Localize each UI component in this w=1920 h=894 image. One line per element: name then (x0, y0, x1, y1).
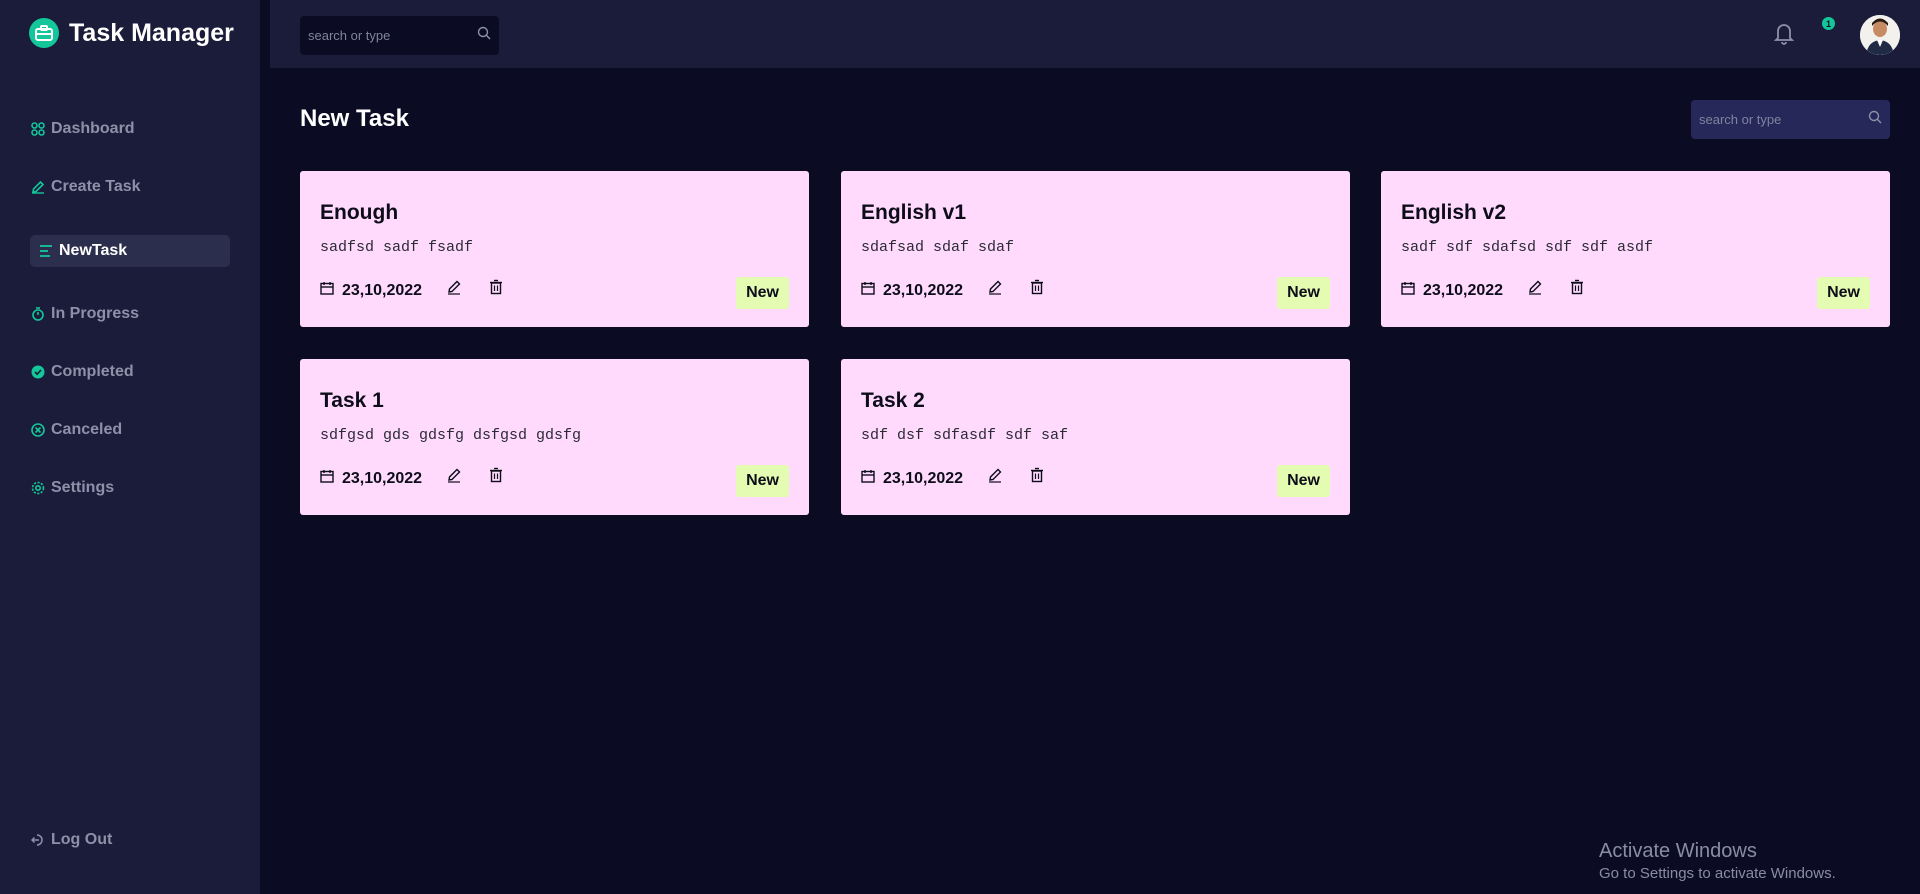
edit-icon[interactable] (446, 279, 462, 295)
task-date: 23,10,2022 (320, 469, 422, 488)
task-title: Task 2 (861, 389, 925, 412)
task-card[interactable]: Task 1 sdfgsd gds gdsfg dsfgsd gdsfg 23,… (300, 359, 809, 515)
status-badge: New (736, 465, 789, 497)
sidebar-item-newtask[interactable]: NewTask (30, 235, 230, 267)
sidebar-item-label: NewTask (59, 242, 128, 259)
sidebar-item-in-progress[interactable]: In Progress (30, 298, 230, 330)
trash-icon[interactable] (488, 467, 504, 483)
status-badge: New (1277, 465, 1330, 497)
logout-button[interactable]: Log Out (30, 824, 230, 856)
trash-icon[interactable] (1029, 279, 1045, 295)
task-description: sdafsad sdaf sdaf (861, 239, 1015, 256)
sidebar-item-settings[interactable]: Settings (30, 472, 230, 504)
logout-label: Log Out (51, 831, 113, 848)
task-date: 23,10,2022 (861, 281, 963, 300)
main-search-box (1691, 100, 1890, 139)
sidebar-item-dashboard[interactable]: Dashboard (30, 113, 230, 145)
status-badge: New (1817, 277, 1870, 309)
task-card[interactable]: Task 2 sdf dsf sdfasdf sdf saf 23,10,202… (841, 359, 1350, 515)
briefcase-icon (29, 18, 59, 48)
logout-icon (30, 833, 45, 848)
page-title: New Task (300, 105, 409, 132)
task-date-text: 23,10,2022 (1423, 281, 1504, 299)
calendar-icon (320, 469, 334, 488)
task-date-text: 23,10,2022 (342, 281, 423, 299)
task-date-text: 23,10,2022 (883, 281, 964, 299)
watermark-line-1: Activate Windows (1599, 840, 1757, 862)
task-date: 23,10,2022 (320, 281, 422, 300)
trash-icon[interactable] (488, 279, 504, 295)
task-title: Enough (320, 201, 399, 224)
topbar: 1 (270, 0, 1920, 68)
task-date: 23,10,2022 (1401, 281, 1503, 300)
top-search-input[interactable] (308, 28, 477, 43)
task-description: sadf sdf sdafsd sdf sdf asdf (1401, 239, 1654, 256)
x-circle-icon (30, 423, 45, 438)
calendar-icon (861, 281, 875, 300)
task-title: English v1 (861, 201, 967, 224)
sidebar-item-label: Completed (51, 363, 134, 380)
sidebar-item-label: Canceled (51, 421, 123, 438)
task-description: sadfsd sadf fsadf (320, 239, 474, 256)
calendar-icon (861, 469, 875, 488)
app-logo[interactable]: Task Manager (29, 18, 234, 48)
watermark-line-2: Go to Settings to activate Windows. (1599, 865, 1836, 882)
task-title: Task 1 (320, 389, 384, 412)
avatar[interactable] (1860, 15, 1900, 55)
sidebar-item-label: Create Task (51, 178, 141, 195)
trash-icon[interactable] (1569, 279, 1585, 295)
edit-icon[interactable] (987, 279, 1003, 295)
calendar-icon (1401, 281, 1415, 300)
windows-activation-watermark: Activate Windows Go to Settings to activ… (1599, 840, 1836, 882)
sidebar: Task Manager Dashboard Create Task NewTa… (0, 0, 260, 894)
task-card[interactable]: Enough sadfsd sadf fsadf 23,10,2022 New (300, 171, 809, 327)
gear-icon (30, 481, 45, 496)
top-search-box (300, 16, 499, 55)
notification-badge: 1 (1822, 17, 1835, 30)
status-badge: New (1277, 277, 1330, 309)
bell-icon[interactable] (1772, 20, 1796, 46)
edit-icon[interactable] (987, 467, 1003, 483)
check-circle-icon (30, 365, 45, 380)
search-icon[interactable] (1868, 110, 1882, 129)
calendar-icon (320, 281, 334, 300)
task-date-text: 23,10,2022 (342, 469, 423, 487)
task-card[interactable]: English v1 sdafsad sdaf sdaf 23,10,2022 … (841, 171, 1350, 327)
sidebar-item-create-task[interactable]: Create Task (30, 171, 230, 203)
stopwatch-icon (30, 307, 45, 322)
main-search-input[interactable] (1699, 112, 1868, 127)
edit-icon[interactable] (1527, 279, 1543, 295)
sidebar-item-canceled[interactable]: Canceled (30, 414, 230, 446)
app-title: Task Manager (69, 18, 234, 47)
sidebar-item-label: Settings (51, 479, 115, 496)
sidebar-item-label: In Progress (51, 305, 140, 322)
task-description: sdf dsf sdfasdf sdf saf (861, 427, 1069, 444)
trash-icon[interactable] (1029, 467, 1045, 483)
task-date: 23,10,2022 (861, 469, 963, 488)
list-lines-icon (38, 244, 53, 259)
sidebar-item-label: Dashboard (51, 120, 135, 137)
task-title: English v2 (1401, 201, 1507, 224)
task-description: sdfgsd gds gdsfg dsfgsd gdsfg (320, 427, 582, 444)
task-date-text: 23,10,2022 (883, 469, 964, 487)
pencil-icon (30, 180, 45, 195)
edit-icon[interactable] (446, 467, 462, 483)
sidebar-item-completed[interactable]: Completed (30, 356, 230, 388)
status-badge: New (736, 277, 789, 309)
dashboard-grid-icon (30, 122, 45, 137)
search-icon[interactable] (477, 26, 491, 45)
task-card[interactable]: English v2 sadf sdf sdafsd sdf sdf asdf … (1381, 171, 1890, 327)
